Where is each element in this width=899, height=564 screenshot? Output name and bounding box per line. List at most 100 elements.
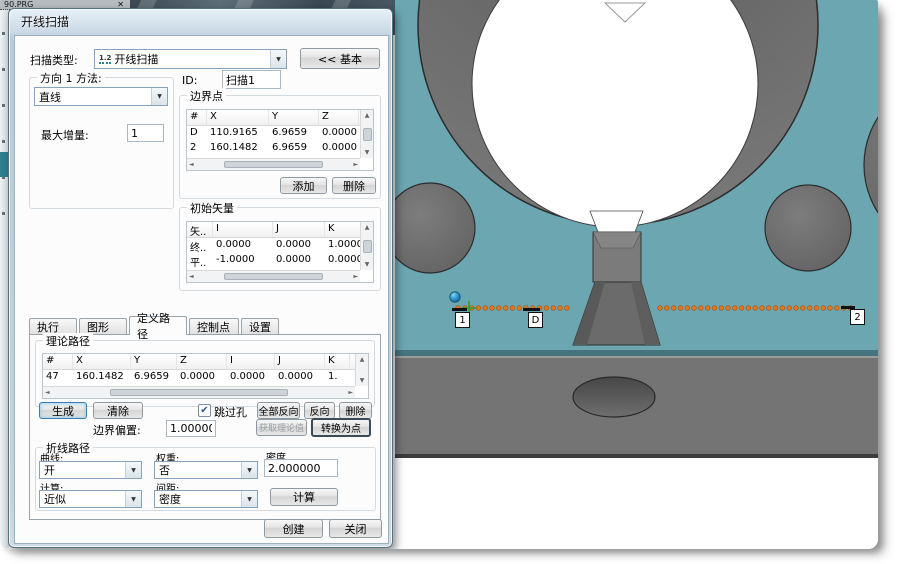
cell: 1. [325,370,350,385]
scroll-left-icon[interactable]: ◄ [189,161,194,168]
tab-define-path[interactable]: 定义路径 [129,316,187,335]
boundary-points-table[interactable]: # X Y Z D 110.9165 6.9659 0.0000 2 160.1… [186,109,374,171]
close-button[interactable]: 关闭 [329,519,382,538]
boundary-points-group-title: 边界点 [187,88,226,104]
max-increment-input[interactable] [127,124,164,142]
path-table-header: # X Y Z I J K [43,354,368,370]
scan-marker-d[interactable]: D [528,312,543,328]
spacing-combo[interactable]: 密度 ▼ [154,490,258,508]
screenshot-page: 90.PRG ✕ [0,0,899,564]
boundary-offset-input[interactable] [166,420,216,437]
get-theoretical-button[interactable]: 获取理论值 [256,419,307,436]
spacing-value: 密度 [155,491,241,507]
horizontal-scrollbar[interactable]: ◄ ► [43,386,355,398]
scroll-up-icon[interactable]: ▲ [365,112,370,119]
table-row[interactable]: 2 160.1482 6.9659 0.0000 [187,141,373,156]
chevron-down-icon[interactable]: ▼ [241,462,257,478]
col-header: 矢.. [187,222,213,237]
scroll-up-icon[interactable]: ▲ [360,356,365,363]
direction-method-combo[interactable]: 直线 ▼ [34,87,168,106]
horizontal-scrollbar[interactable]: ◄ ► [187,270,360,282]
scroll-down-icon[interactable]: ▼ [360,377,365,384]
scan-type-combo[interactable]: 1.2开线扫描 ▼ [94,49,287,69]
weight-combo[interactable]: 否 ▼ [154,461,258,479]
cell: 终.. [187,238,213,253]
boundary-offset-label: 边界偏置: [93,422,141,438]
cell: 平.. [187,253,213,268]
table-row[interactable]: 47 160.1482 6.9659 0.0000 0.0000 0.0000 … [43,370,368,385]
chevron-down-icon[interactable]: ▼ [125,491,141,507]
scroll-down-icon[interactable]: ▼ [365,261,370,268]
col-header: # [187,110,207,125]
scrollbar-thumb[interactable] [363,128,372,141]
scroll-left-icon[interactable]: ◄ [45,389,50,396]
tab-control-points[interactable]: 控制点 [189,318,239,335]
scroll-left-icon[interactable]: ◄ [189,273,194,280]
scrollbar-thumb[interactable] [224,161,322,168]
direction-method-value: 直线 [35,88,151,105]
cell: 0.0000 [227,370,275,385]
scroll-up-icon[interactable]: ▲ [365,224,370,231]
vertical-scrollbar[interactable]: ▲ ▼ [355,354,368,386]
scan-dot [780,306,785,311]
scroll-right-icon[interactable]: ► [353,161,358,168]
probe-ball-icon [450,292,460,302]
vector-table-header: 矢.. I J K [187,222,373,238]
curve-value: 开 [40,462,125,478]
clear-button[interactable]: 清除 [93,402,143,419]
scan-marker-2[interactable]: 2 [850,309,865,325]
vertical-scrollbar[interactable]: ▲ ▼ [360,110,373,158]
cad-scene [395,0,878,549]
basic-toggle-button[interactable]: << 基本 [300,48,380,69]
curve-combo[interactable]: 开 ▼ [39,461,142,479]
scan-dot [787,306,792,311]
cell: -1.0000 [213,253,273,268]
chevron-down-icon[interactable]: ▼ [270,50,286,68]
convert-to-points-button[interactable]: 转换为点 [311,418,371,437]
horizontal-scrollbar[interactable]: ◄ ► [187,158,360,170]
scan-dot [821,306,826,311]
skip-holes-checkbox[interactable]: ✔ [198,404,211,417]
add-button[interactable]: 添加 [280,177,327,194]
chevron-down-icon[interactable]: ▼ [125,462,141,478]
scrollbar-thumb[interactable] [224,273,322,280]
scan-dot [726,306,731,311]
reverse-button[interactable]: 反向 [304,402,335,419]
delete-button[interactable]: 删除 [332,177,376,194]
create-button[interactable]: 创建 [264,519,323,538]
table-row[interactable]: 平.. -1.0000 0.0000 0.0000 [187,253,373,268]
scrollbar-thumb[interactable] [110,389,289,396]
calculate-button[interactable]: 计算 [270,488,338,506]
scan-type-value: 开线扫描 [114,51,158,67]
theoretical-path-table[interactable]: # X Y Z I J K 47 160.1482 6.9659 0.0000 … [42,353,369,399]
chevron-down-icon[interactable]: ▼ [151,88,167,105]
vertical-scrollbar[interactable]: ▲ ▼ [360,222,373,270]
col-header: Z [177,354,227,369]
cell: 160.1482 [73,370,131,385]
scan-dot [671,306,676,311]
surface-bottom-edge [395,350,878,357]
table-row[interactable]: D 110.9165 6.9659 0.0000 [187,126,373,141]
density-input[interactable] [264,459,338,477]
reverse-all-button[interactable]: 全部反向 [257,402,300,419]
scan-dot [544,306,549,311]
scroll-right-icon[interactable]: ► [348,389,353,396]
table-row[interactable]: 终.. 0.0000 0.0000 1.0000 [187,238,373,253]
id-input[interactable] [222,70,281,89]
initial-vector-table[interactable]: 矢.. I J K 终.. 0.0000 0.0000 1.0000 平.. -… [186,221,374,283]
generate-button[interactable]: 生成 [39,402,87,419]
calc-method-combo[interactable]: 近似 ▼ [39,490,142,508]
scan-dot [476,306,481,311]
chevron-down-icon[interactable]: ▼ [241,491,257,507]
scan-dot [705,306,710,311]
cad-3d-viewport[interactable]: 1 D 2 [395,0,878,549]
marker-tick-d [523,308,540,311]
scan-dot [483,306,488,311]
scan-dot [712,306,717,311]
scroll-down-icon[interactable]: ▼ [365,149,370,156]
tab-settings[interactable]: 设置 [241,318,279,335]
delete-path-button[interactable]: 删除 [339,402,372,419]
scrollbar-thumb[interactable] [363,240,372,253]
scan-marker-1[interactable]: 1 [455,312,470,328]
scroll-right-icon[interactable]: ► [353,273,358,280]
